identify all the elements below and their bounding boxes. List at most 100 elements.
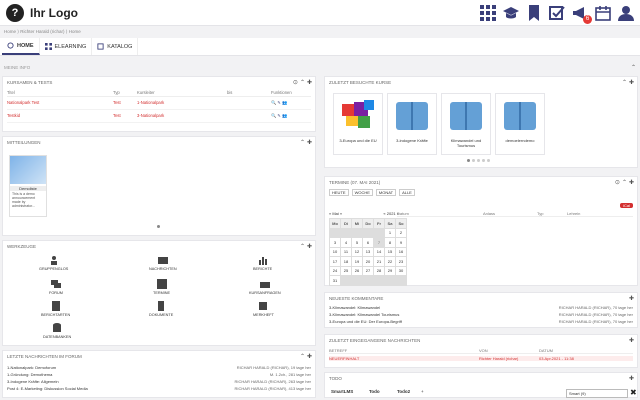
tool-datenbanken[interactable]: DATENBANKEN [43,323,71,339]
calendar-day[interactable]: 11 [340,246,352,257]
add-icon[interactable]: ✚ [307,243,312,250]
add-icon[interactable]: ✚ [629,179,634,186]
add-icon[interactable]: ✚ [629,337,634,344]
calendar-day[interactable]: 8 [384,237,396,248]
list-item[interactable]: 1-Gründung: Demothema M. 1.2ch., 281 tage… [7,372,311,377]
carousel-dot[interactable] [467,159,470,162]
row-title[interactable]: Testkid [7,113,113,119]
view-monat[interactable]: MONAT [375,189,397,196]
tool-dokumente[interactable]: DOKUMENTE [149,301,173,317]
calendar-day[interactable]: 24 [329,265,341,276]
calendar-day[interactable]: 26 [351,265,363,276]
calendar-day[interactable]: 23 [395,256,407,267]
calendar-day[interactable]: 12 [351,246,363,257]
add-icon[interactable]: ✚ [629,295,634,302]
collapse-icon[interactable]: ⌃ [622,79,627,86]
view-woche[interactable]: WOCHE [351,189,373,196]
calendar-day[interactable]: 20 [362,256,374,267]
announcement-card[interactable]: Demoliste This is a demo announcement ma… [9,155,47,217]
todo-tab-smartlms[interactable]: SmartLMS [331,389,353,394]
calendar-day[interactable]: 9 [395,237,407,248]
logo[interactable]: ? Ihr Logo [6,4,78,22]
tool-termine[interactable]: TERMINE [153,279,170,295]
calendar-day[interactable]: 1 [384,227,396,238]
calendar-day[interactable]: 15 [384,246,396,257]
calendar-day[interactable]: 2 [395,227,407,238]
calendar-day[interactable]: 29 [384,265,396,276]
tool-gruppenglos[interactable]: GRUPPENGLOS [39,255,68,271]
view-heute[interactable]: HEUTE [329,189,349,196]
collapse-icon[interactable]: ⌃ [300,139,305,146]
tool-merkheft[interactable]: MERKHEFT [253,301,274,317]
close-icon[interactable]: ✖ [630,388,637,397]
carousel-dot[interactable] [157,225,160,228]
todo-search-input[interactable]: Smart (9) [566,389,628,398]
calendar-day[interactable]: 25 [340,265,352,276]
calendar-day[interactable]: 17 [329,256,341,267]
calendar-day[interactable]: 4 [340,237,352,248]
tool-berichte[interactable]: BERICHTE [253,255,272,271]
megaphone-icon[interactable]: 6 [572,5,592,24]
calendar-day[interactable]: 21 [373,256,385,267]
calendar-day[interactable]: 5 [351,237,363,248]
collapse-icon[interactable]: ⌃ [300,243,305,250]
row-actions[interactable]: 🔍 ✎ 👥 [271,100,287,106]
calendar-day[interactable]: 22 [384,256,396,267]
list-item[interactable]: Post 4: E-Marketing: Diskussion Social M… [7,386,311,391]
view-alle[interactable]: ALLE [399,189,415,196]
collapse-icon[interactable]: ⌃ [622,179,627,186]
calendar-day[interactable]: 30 [395,265,407,276]
add-icon[interactable]: ✚ [307,79,312,86]
list-item[interactable]: 3-Indogene Kräfte: Allgemein RICHAR HARAL… [7,379,311,384]
calendar-day[interactable]: 13 [362,246,374,257]
collapse-icon[interactable]: ⌃ [631,64,636,71]
carousel-dot[interactable] [487,159,490,162]
tab-home[interactable]: HOME [2,38,40,55]
breadcrumb[interactable]: Home ⟩ Richter Harald (richar) ⟩ Home [4,29,81,35]
calendar-day[interactable]: 19 [351,256,363,267]
carousel-dot[interactable] [472,159,475,162]
tool-forum[interactable]: FORUM [49,279,63,295]
ical-button[interactable]: iCal [620,203,633,208]
checkbox-icon[interactable] [549,5,565,21]
calendar-day[interactable]: 31 [329,275,341,286]
apps-grid-icon[interactable] [480,5,496,21]
todo-add-tab[interactable]: + [421,389,424,394]
bookmark-icon[interactable] [526,5,542,21]
table-row[interactable]: Nationalpark Test Test 1-Nationalpark 🔍 … [7,97,311,110]
calendar-day[interactable]: 14 [373,246,385,257]
calendar-icon[interactable] [595,5,611,21]
tool-nachrichten[interactable]: NACHRICHTEN [149,255,177,271]
collapse-icon[interactable]: ⌃ [300,353,305,360]
message-row[interactable]: NEUERFINHALT Richter Harald (richar) 03.… [329,356,633,361]
add-icon[interactable]: ✚ [307,353,312,360]
carousel-dot[interactable] [482,159,485,162]
carousel-dot[interactable] [477,159,480,162]
calendar-day[interactable]: 16 [395,246,407,257]
row-title[interactable]: Nationalpark Test [7,100,113,106]
calendar-day[interactable]: 7 [373,237,385,248]
course-card[interactable]: 3-Europa und die EU [333,93,383,155]
tool-berichtarten[interactable]: BERICHTARTEN [41,301,70,317]
list-item[interactable]: 3-Europa und die EU: Der Europa-Begriff R… [329,319,633,324]
collapse-icon[interactable]: ⌃ [300,79,305,86]
tab-elearning[interactable]: ELEARNING [40,38,93,55]
list-item[interactable]: 3-Klimawandel: Klimawandel RICHAR HARALD … [329,305,633,310]
list-item[interactable]: 3-Klimawandel: Klimawandel Tourismus RICH… [329,312,633,317]
course-card[interactable]: demoelerndemo [495,93,545,155]
month-nav[interactable]: « Mai » [329,211,342,216]
calendar-day[interactable]: 18 [340,256,352,267]
calendar-day[interactable]: 27 [362,265,374,276]
add-icon[interactable]: ✚ [307,139,312,146]
calendar-day[interactable]: 6 [362,237,374,248]
course-card[interactable]: Klimawandel und Tourismus [441,93,491,155]
calendar-day[interactable]: 28 [373,265,385,276]
tab-katalog[interactable]: KATALOG [92,38,139,55]
todo-tab-todo2[interactable]: Todo2 [397,389,410,394]
graduation-cap-icon[interactable] [503,5,519,21]
list-item[interactable]: 1-Nationalpark: Demoforum RICHAR HARALD (… [7,365,311,370]
calendar-day[interactable]: 3 [329,237,341,248]
tool-kursanfragen[interactable]: KURSANFRAGEN [249,279,281,295]
course-card[interactable]: 3-indogene Kräfte [387,93,437,155]
todo-tab-todo[interactable]: Todo [369,389,380,394]
